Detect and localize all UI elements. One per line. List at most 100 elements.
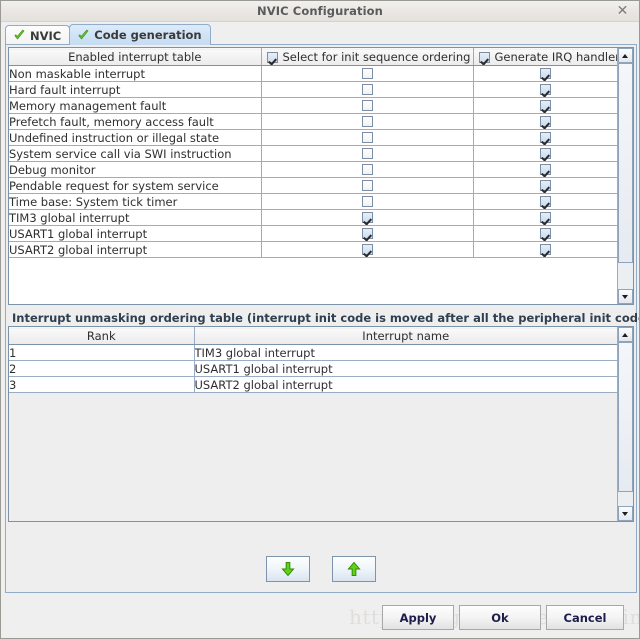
select-init-checkbox[interactable] xyxy=(361,196,373,207)
select-init-checkbox-cell[interactable] xyxy=(261,177,474,194)
scroll-up-icon[interactable] xyxy=(618,48,633,63)
column-header-select-init[interactable]: Select for init sequence ordering xyxy=(261,48,474,66)
interrupt-name-cell: Undefined instruction or illegal state xyxy=(9,129,262,146)
scrollbar-thumb[interactable] xyxy=(618,342,633,492)
interrupt-table-scrollbar[interactable] xyxy=(617,48,633,304)
generate-irq-checkbox-cell[interactable] xyxy=(473,129,617,146)
generate-irq-checkbox[interactable] xyxy=(539,212,551,223)
tab-nvic[interactable]: NVIC xyxy=(5,25,71,45)
select-init-checkbox[interactable] xyxy=(361,116,373,127)
table-row[interactable]: Non maskable interrupt xyxy=(9,65,617,82)
select-init-checkbox[interactable] xyxy=(361,228,373,239)
select-init-checkbox[interactable] xyxy=(361,148,373,159)
apply-button[interactable]: Apply xyxy=(382,605,454,630)
ordering-table-title: Interrupt unmasking ordering table (inte… xyxy=(12,311,640,325)
generate-irq-checkbox[interactable] xyxy=(539,132,551,143)
select-init-header-checkbox[interactable] xyxy=(266,51,278,63)
select-init-checkbox-cell[interactable] xyxy=(261,129,474,146)
generate-irq-checkbox-cell[interactable] xyxy=(473,113,617,130)
interrupt-name-cell: USART1 global interrupt xyxy=(9,225,262,242)
generate-irq-checkbox-cell[interactable] xyxy=(473,97,617,114)
generate-irq-checkbox[interactable] xyxy=(539,196,551,207)
interrupt-name-cell: Hard fault interrupt xyxy=(9,81,262,98)
tab-code-generation[interactable]: Code generation xyxy=(69,24,211,45)
table-row[interactable]: USART2 global interrupt xyxy=(9,241,617,258)
generate-irq-checkbox[interactable] xyxy=(539,164,551,175)
select-init-checkbox[interactable] xyxy=(361,84,373,95)
select-init-checkbox-cell[interactable] xyxy=(261,113,474,130)
generate-irq-checkbox[interactable] xyxy=(539,148,551,159)
scroll-up-icon[interactable] xyxy=(618,327,633,342)
select-init-checkbox[interactable] xyxy=(361,100,373,111)
generate-irq-checkbox[interactable] xyxy=(539,84,551,95)
generate-irq-checkbox-cell[interactable] xyxy=(473,161,617,178)
list-item[interactable]: 1 TIM3 global interrupt xyxy=(9,344,617,361)
select-init-checkbox[interactable] xyxy=(361,244,373,255)
select-init-checkbox-cell[interactable] xyxy=(261,209,474,226)
generate-irq-checkbox-cell[interactable] xyxy=(473,65,617,82)
ordering-table-scrollbar[interactable] xyxy=(617,327,633,521)
interrupt-name-cell: Non maskable interrupt xyxy=(9,65,262,82)
generate-irq-checkbox[interactable] xyxy=(539,180,551,191)
generate-irq-checkbox[interactable] xyxy=(539,116,551,127)
select-init-checkbox-cell[interactable] xyxy=(261,241,474,258)
scrollbar-track[interactable] xyxy=(618,342,633,506)
generate-irq-checkbox-cell[interactable] xyxy=(473,209,617,226)
select-init-checkbox-cell[interactable] xyxy=(261,225,474,242)
ordering-table-empty-area xyxy=(9,431,617,521)
generate-irq-header-label: Generate IRQ handler xyxy=(494,50,618,64)
list-item[interactable]: 2 USART1 global interrupt xyxy=(9,360,617,377)
select-init-checkbox[interactable] xyxy=(361,68,373,79)
generate-irq-checkbox-cell[interactable] xyxy=(473,193,617,210)
nvic-configuration-dialog: NVIC Configuration ✕ NVIC Code generatio… xyxy=(0,0,640,639)
generate-irq-checkbox[interactable] xyxy=(539,244,551,255)
generate-irq-checkbox-cell[interactable] xyxy=(473,145,617,162)
table-row[interactable]: Undefined instruction or illegal state xyxy=(9,129,617,146)
generate-irq-checkbox-cell[interactable] xyxy=(473,225,617,242)
column-header-enabled-interrupt[interactable]: Enabled interrupt table xyxy=(9,48,262,66)
table-row[interactable]: Memory management fault xyxy=(9,97,617,114)
select-init-checkbox[interactable] xyxy=(361,164,373,175)
select-init-checkbox[interactable] xyxy=(361,212,373,223)
title-bar: NVIC Configuration ✕ xyxy=(1,1,639,22)
select-init-checkbox-cell[interactable] xyxy=(261,81,474,98)
interrupt-name-cell: Time base: System tick timer xyxy=(9,193,262,210)
select-init-checkbox[interactable] xyxy=(361,132,373,143)
select-init-checkbox-cell[interactable] xyxy=(261,97,474,114)
generate-irq-header-checkbox[interactable] xyxy=(478,51,490,63)
generate-irq-checkbox[interactable] xyxy=(539,68,551,79)
select-init-checkbox-cell[interactable] xyxy=(261,145,474,162)
table-row[interactable]: Time base: System tick timer xyxy=(9,193,617,210)
column-header-rank[interactable]: Rank xyxy=(9,327,195,345)
enabled-interrupt-table: Enabled interrupt table Select for init … xyxy=(9,48,617,258)
table-row[interactable]: Pendable request for system service xyxy=(9,177,617,194)
table-row[interactable]: TIM3 global interrupt xyxy=(9,209,617,226)
scroll-down-icon[interactable] xyxy=(618,506,633,521)
select-init-checkbox-cell[interactable] xyxy=(261,193,474,210)
scroll-down-icon[interactable] xyxy=(618,289,633,304)
column-header-generate-irq[interactable]: Generate IRQ handler xyxy=(473,48,618,66)
list-item[interactable]: 3 USART2 global interrupt xyxy=(9,376,617,393)
scrollbar-thumb[interactable] xyxy=(618,63,633,263)
select-init-checkbox-cell[interactable] xyxy=(261,161,474,178)
table-row[interactable]: Debug monitor xyxy=(9,161,617,178)
table-row[interactable]: Prefetch fault, memory access fault xyxy=(9,113,617,130)
select-init-checkbox-cell[interactable] xyxy=(261,65,474,82)
cancel-button[interactable]: Cancel xyxy=(546,605,624,630)
generate-irq-checkbox[interactable] xyxy=(539,228,551,239)
scrollbar-track[interactable] xyxy=(618,63,633,289)
ok-button[interactable]: Ok xyxy=(459,605,541,630)
select-init-checkbox[interactable] xyxy=(361,180,373,191)
generate-irq-checkbox-cell[interactable] xyxy=(473,241,617,258)
interrupt-name-cell: Memory management fault xyxy=(9,97,262,114)
close-icon[interactable]: ✕ xyxy=(615,4,630,19)
generate-irq-checkbox[interactable] xyxy=(539,100,551,111)
table-row[interactable]: USART1 global interrupt xyxy=(9,225,617,242)
generate-irq-checkbox-cell[interactable] xyxy=(473,81,617,98)
column-header-interrupt-name[interactable]: Interrupt name xyxy=(194,327,617,345)
table-row[interactable]: System service call via SWI instruction xyxy=(9,145,617,162)
table-row[interactable]: Hard fault interrupt xyxy=(9,81,617,98)
move-down-button[interactable] xyxy=(266,556,310,582)
move-up-button[interactable] xyxy=(332,556,376,582)
generate-irq-checkbox-cell[interactable] xyxy=(473,177,617,194)
